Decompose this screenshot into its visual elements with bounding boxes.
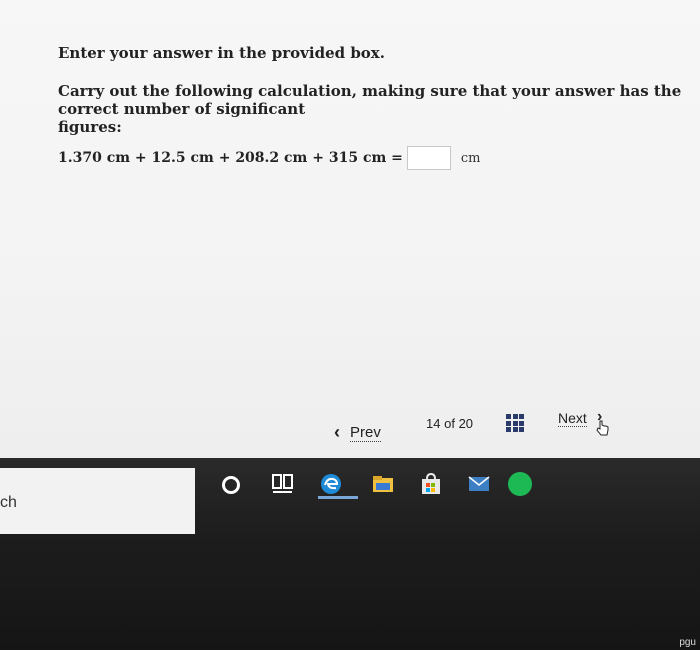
file-explorer-icon[interactable] bbox=[370, 472, 396, 496]
counter-total: 20 bbox=[458, 416, 474, 431]
spotify-icon[interactable] bbox=[508, 472, 532, 496]
taskbar-search-box[interactable] bbox=[0, 468, 195, 534]
prompt-line-2: figures: bbox=[58, 118, 122, 136]
active-app-indicator bbox=[318, 496, 358, 499]
question-counter: 14 of 20 bbox=[426, 416, 473, 431]
question-grid-icon[interactable] bbox=[506, 414, 524, 432]
calculation-expression: 1.370 cm + 12.5 cm + 208.2 cm + 315 cm = bbox=[58, 150, 403, 166]
store-icon[interactable] bbox=[418, 472, 444, 496]
task-view-icon[interactable] bbox=[270, 472, 296, 496]
edge-icon[interactable] bbox=[318, 472, 344, 496]
counter-current: 14 bbox=[426, 416, 441, 431]
hand-cursor-icon bbox=[596, 420, 609, 436]
instruction-text: Enter your answer in the provided box. bbox=[58, 44, 385, 62]
cortana-icon[interactable] bbox=[222, 476, 240, 494]
question-prompt: Carry out the following calculation, mak… bbox=[58, 82, 698, 136]
prompt-line-1: Carry out the following calculation, mak… bbox=[58, 82, 682, 118]
mail-icon[interactable] bbox=[466, 472, 492, 496]
corner-text: pgu bbox=[679, 637, 696, 648]
next-button[interactable]: Next bbox=[558, 410, 587, 427]
question-navigation: ‹ Prev 14 of 20 Next › bbox=[0, 408, 700, 448]
calculation-row: 1.370 cm + 12.5 cm + 208.2 cm + 315 cm =… bbox=[58, 146, 481, 170]
search-text: ch bbox=[0, 494, 17, 511]
prev-label: Prev bbox=[350, 423, 381, 442]
chevron-left-icon: ‹ bbox=[334, 422, 340, 442]
counter-of: of bbox=[444, 416, 455, 431]
prev-button[interactable]: ‹ Prev bbox=[334, 422, 381, 443]
browser-content: Enter your answer in the provided box. C… bbox=[0, 0, 700, 460]
answer-unit: cm bbox=[460, 150, 481, 166]
windows-taskbar: ch pgu bbox=[0, 458, 700, 650]
answer-input[interactable] bbox=[406, 146, 451, 170]
